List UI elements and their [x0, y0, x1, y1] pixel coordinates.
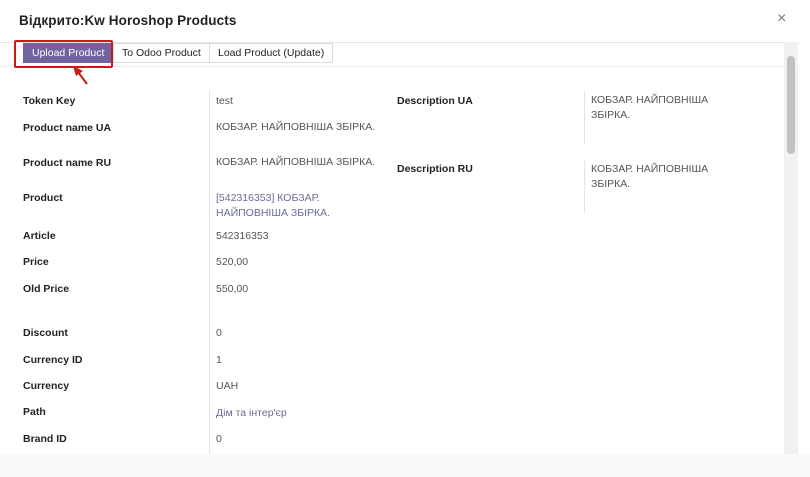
currency-id-value[interactable]: 1 [216, 353, 222, 368]
dialog-header: Відкрито:Kw Horoshop Products × [0, 0, 800, 43]
toolbar: Upload Product To Odoo Product Load Prod… [0, 42, 800, 67]
brand-id-value[interactable]: 0 [216, 432, 222, 447]
product-name-ua-label: Product name UA [23, 122, 112, 134]
currency-label: Currency [23, 380, 70, 392]
upload-highlight-box [14, 40, 113, 68]
currency-value[interactable]: UAH [216, 379, 238, 394]
description-ru-label: Description RU [397, 163, 473, 175]
brand-id-label: Brand ID [23, 433, 67, 445]
product-dialog: Відкрито:Kw Horoshop Products × Upload P… [0, 0, 810, 477]
description-ru-divider [584, 160, 585, 212]
currency-id-label: Currency ID [23, 354, 83, 366]
price-value[interactable]: 520,00 [216, 255, 248, 270]
load-product-update-button[interactable]: Load Product (Update) [209, 43, 334, 63]
product-name-ua-value[interactable]: КОБЗАР. НАЙПОВНІША ЗБІРКА. [216, 120, 376, 135]
scrollbar-thumb[interactable] [787, 56, 795, 154]
article-label: Article [23, 230, 56, 242]
dialog-footer [0, 454, 810, 477]
description-ua-divider [584, 92, 585, 144]
form-content: Token Key test Product name UA КОБЗАР. Н… [0, 66, 784, 454]
token-key-value[interactable]: test [216, 94, 233, 109]
discount-label: Discount [23, 327, 68, 339]
product-label: Product [23, 192, 63, 204]
dialog-title: Відкрито:Kw Horoshop Products [19, 13, 237, 28]
column-divider [209, 90, 210, 454]
product-name-ru-label: Product name RU [23, 157, 112, 169]
price-label: Price [23, 256, 49, 268]
path-value[interactable]: Дім та інтер'єр [216, 406, 287, 421]
description-ua-label: Description UA [397, 95, 473, 107]
to-odoo-product-button[interactable]: To Odoo Product [113, 43, 210, 63]
old-price-label: Old Price [23, 283, 70, 295]
path-label: Path [23, 406, 46, 418]
close-icon[interactable]: × [777, 10, 786, 28]
discount-value[interactable]: 0 [216, 326, 222, 341]
description-ua-value[interactable]: КОБЗАР. НАЙПОВНІША ЗБІРКА. [591, 93, 731, 123]
description-ru-value[interactable]: КОБЗАР. НАЙПОВНІША ЗБІРКА. [591, 162, 731, 192]
article-value[interactable]: 542316353 [216, 229, 269, 244]
old-price-value[interactable]: 550,00 [216, 282, 248, 297]
token-key-label: Token Key [23, 95, 76, 107]
product-link[interactable]: [542316353] КОБЗАР. НАЙПОВНІША ЗБІРКА. [216, 191, 376, 221]
product-name-ru-value[interactable]: КОБЗАР. НАЙПОВНІША ЗБІРКА. [216, 155, 376, 170]
